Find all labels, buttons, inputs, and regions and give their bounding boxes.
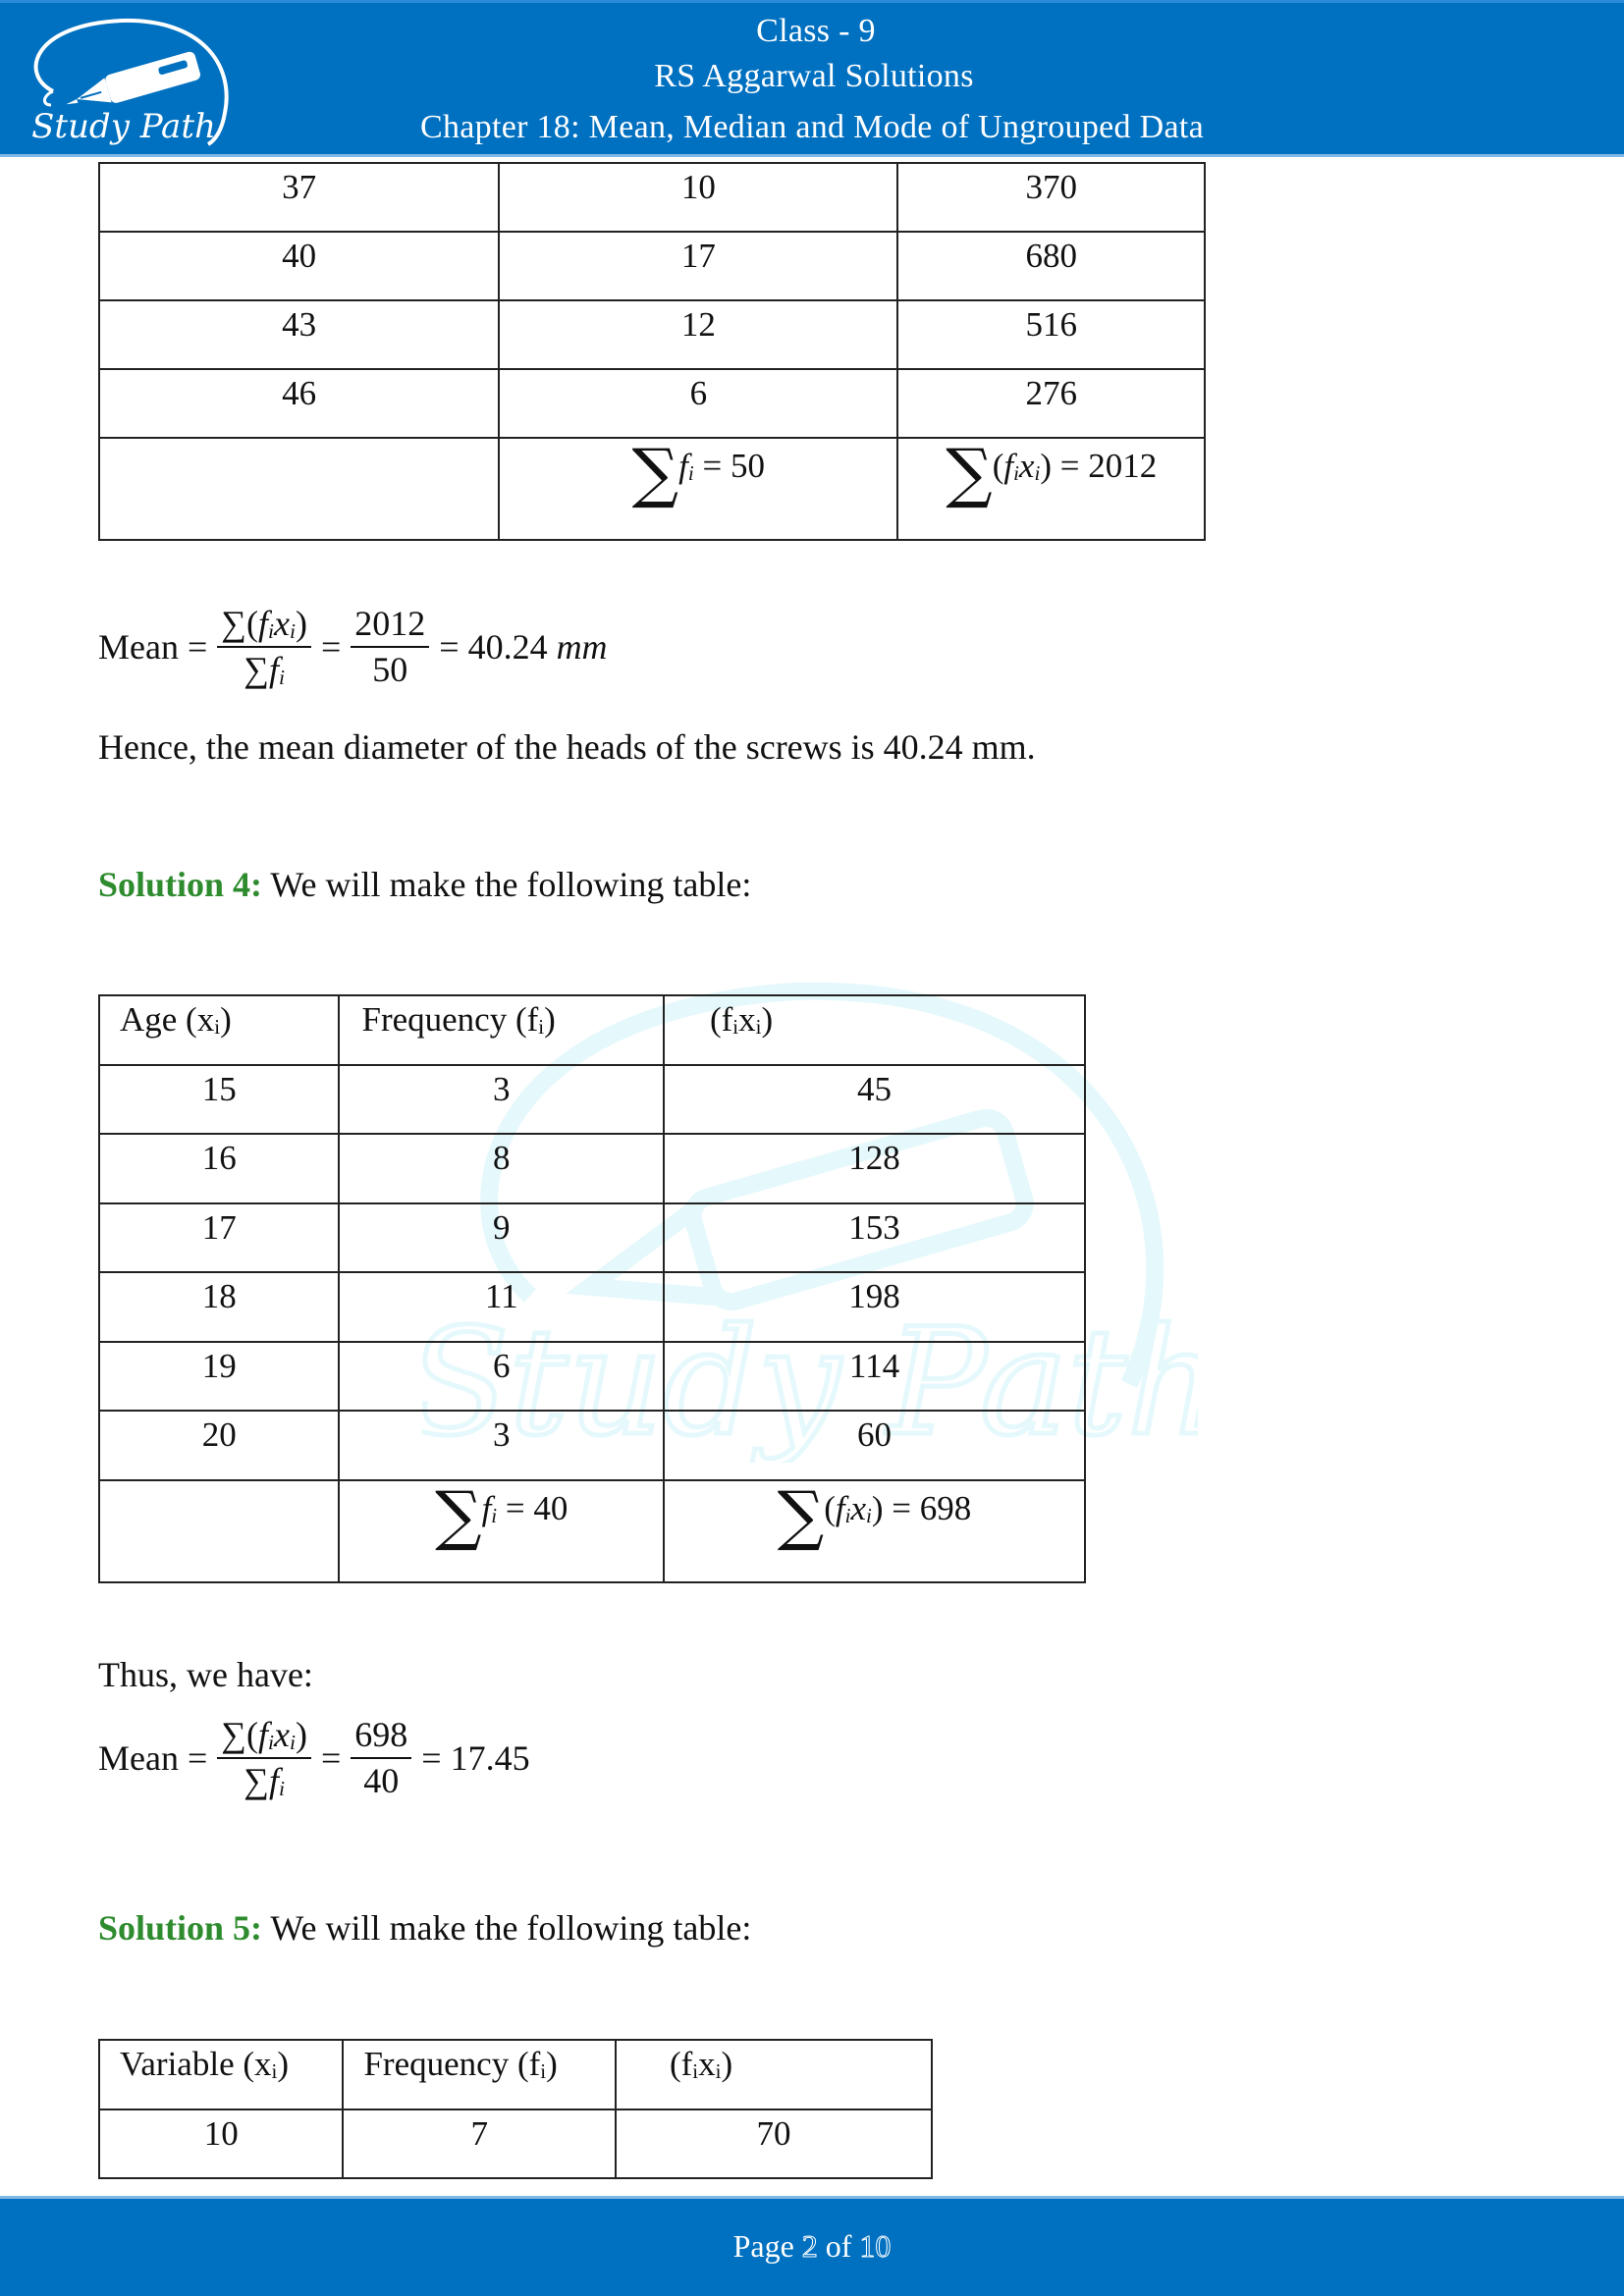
table-row: 37 10 370 [97, 162, 1206, 233]
table-cell: 40 [97, 231, 501, 301]
table-cell: 37 [97, 162, 501, 233]
header-chapter-title: Chapter 18: Mean, Median and Mode of Ung… [419, 109, 1205, 145]
mean-result: 17.45 [450, 1738, 530, 1779]
table-cell: 19 [97, 1341, 341, 1412]
table-row: 10 7 70 [97, 2109, 934, 2179]
table-cell: 8 [338, 1133, 665, 1204]
table-header-row: Variable (xi) Frequency (fi) (fixi) [97, 2039, 934, 2110]
table-row: 19 6 114 [97, 1341, 1087, 1412]
solution4-intro: We will make the following table: [270, 865, 752, 904]
solution5-label: Solution 5: [98, 1908, 263, 1948]
solution4-label: Solution 4: [98, 865, 263, 904]
page-number: Page 2 of 10 [732, 2228, 892, 2265]
screw-diameter-table: 37 10 370 40 17 680 43 12 516 46 6 276 ∑… [97, 162, 1206, 541]
mean-value-fraction: 2012 50 [351, 604, 430, 691]
table-row: 46 6 276 [97, 368, 1206, 439]
table-cell: 6 [338, 1341, 665, 1412]
sum-frequency: ∑fi = 40 [338, 1479, 665, 1583]
table-header-row: Age (xi) Frequency (fi) (fixi) [97, 994, 1087, 1066]
header-fx: (fixi) [662, 994, 1087, 1066]
table-row: 20 3 60 [97, 1410, 1087, 1481]
header-book-title: RS Aggarwal Solutions [654, 58, 974, 94]
table-row: 18 11 198 [97, 1271, 1087, 1343]
page-header: Study Path Class - 9 RS Aggarwal Solutio… [0, 0, 1624, 157]
table-row: 16 8 128 [97, 1133, 1087, 1204]
table-cell: 18 [97, 1271, 341, 1343]
mean-equation-solution3: Mean = ∑(fixi) ∑fi = 2012 50 = 40.24 mm [98, 604, 608, 691]
mean-formula-fraction: ∑(fixi) ∑fi [217, 604, 311, 691]
header-frequency: Frequency (fi) [342, 2039, 617, 2110]
table-cell: 3 [338, 1064, 665, 1135]
table-cell: 7 [342, 2109, 617, 2179]
mean-result: 40.24 [467, 627, 548, 667]
table-cell: 3 [338, 1410, 665, 1481]
table-cell: 9 [338, 1202, 665, 1273]
table-cell: 516 [896, 299, 1206, 370]
solution4-heading: Solution 4: We will make the following t… [98, 864, 751, 905]
header-age: Age (xi) [97, 994, 341, 1066]
table-cell: 70 [614, 2109, 934, 2179]
table-cell-empty [97, 437, 501, 541]
table-cell: 6 [498, 368, 899, 439]
table-cell: 12 [498, 299, 899, 370]
page-footer: Page 2 of 10 [0, 2196, 1624, 2296]
conclusion-solution3: Hence, the mean diameter of the heads of… [98, 727, 1036, 767]
total-pages: 10 [859, 2228, 892, 2265]
table-cell: 60 [662, 1410, 1087, 1481]
table-cell: 16 [97, 1133, 341, 1204]
table-cell: 46 [97, 368, 501, 439]
table-sum-row: ∑fi = 50 ∑(fixi) = 2012 [97, 437, 1206, 541]
mean-value-fraction: 698 40 [351, 1715, 412, 1802]
mean-equation-solution4: Mean = ∑(fixi) ∑fi = 698 40 = 17.45 [98, 1715, 530, 1802]
header-fx: (fixi) [614, 2039, 934, 2110]
table-cell: 276 [896, 368, 1206, 439]
table-cell: 680 [896, 231, 1206, 301]
thus-text: Thus, we have: [98, 1655, 313, 1694]
header-frequency: Frequency (fi) [338, 994, 665, 1066]
table-cell: 17 [97, 1202, 341, 1273]
header-class: Class - 9 [756, 13, 876, 49]
current-page: 2 [801, 2228, 818, 2265]
table-cell: 370 [896, 162, 1206, 233]
table-cell: 128 [662, 1133, 1087, 1204]
solution5-intro: We will make the following table: [270, 1908, 752, 1948]
age-frequency-table: Age (xi) Frequency (fi) (fixi) 15 3 45 1… [97, 994, 1087, 1583]
table-cell: 15 [97, 1064, 341, 1135]
table-row: 40 17 680 [97, 231, 1206, 301]
variable-frequency-table: Variable (xi) Frequency (fi) (fixi) 10 7… [97, 2039, 934, 2179]
table-cell: 11 [338, 1271, 665, 1343]
table-cell: 153 [662, 1202, 1087, 1273]
table-cell: 17 [498, 231, 899, 301]
table-row: 43 12 516 [97, 299, 1206, 370]
table-cell: 43 [97, 299, 501, 370]
table-sum-row: ∑fi = 40 ∑(fixi) = 698 [97, 1479, 1087, 1583]
sum-fx: ∑(fixi) = 698 [662, 1479, 1087, 1583]
table-cell-empty [97, 1479, 341, 1583]
solution5-heading: Solution 5: We will make the following t… [98, 1907, 751, 1949]
header-variable: Variable (xi) [97, 2039, 345, 2110]
sum-fx: ∑(fixi) = 2012 [896, 437, 1206, 541]
table-row: 15 3 45 [97, 1064, 1087, 1135]
sum-frequency: ∑fi = 50 [498, 437, 899, 541]
table-cell: 20 [97, 1410, 341, 1481]
table-cell: 10 [97, 2109, 345, 2179]
table-cell: 10 [498, 162, 899, 233]
table-cell: 198 [662, 1271, 1087, 1343]
table-row: 17 9 153 [97, 1202, 1087, 1273]
mean-unit: mm [556, 627, 608, 667]
mean-formula-fraction: ∑(fixi) ∑fi [217, 1715, 311, 1802]
table-cell: 45 [662, 1064, 1087, 1135]
table-cell: 114 [662, 1341, 1087, 1412]
